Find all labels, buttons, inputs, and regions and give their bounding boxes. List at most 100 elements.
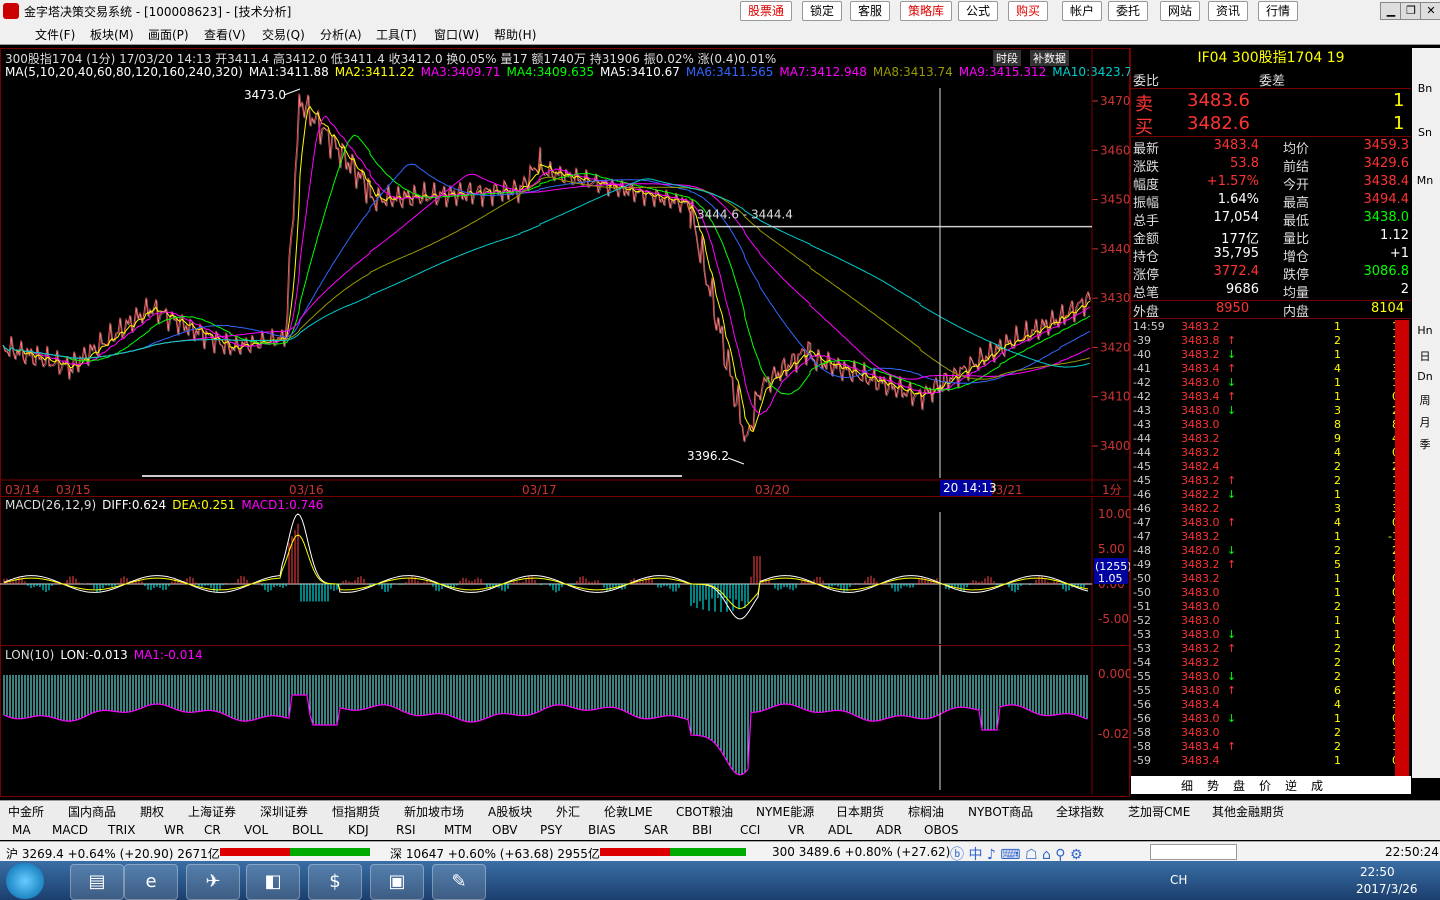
period-label: 1分 [1102,483,1122,497]
indicator-tab-7[interactable]: KDJ [348,823,369,837]
market-tab-8[interactable]: 外汇 [556,803,580,820]
title-btn-0[interactable]: 股票通 [740,1,793,21]
indicator-tab-10[interactable]: OBV [492,823,518,837]
right-tool-0[interactable]: Bn [1415,82,1435,98]
indicator-tab-6[interactable]: BOLL [292,823,323,837]
market-tab-7[interactable]: A股板块 [488,803,532,820]
quote-tab-2[interactable]: 盘 [1233,777,1245,794]
indicator-tab-3[interactable]: WR [164,823,184,837]
title-btn-7[interactable]: 委托 [1108,1,1149,21]
indicator-tab-13[interactable]: SAR [644,823,668,837]
title-btn-6[interactable]: 帐户 [1062,1,1103,21]
menu-item-2[interactable]: 画面(P) [148,26,189,43]
tick-row: -403483.2↓11 [1133,348,1399,361]
menu-item-8[interactable]: 帮助(H) [494,26,536,43]
market-tab-4[interactable]: 深圳证券 [260,803,308,820]
market-tab-1[interactable]: 国内商品 [68,803,116,820]
pyramid-app-icon[interactable]: ▣ [370,864,424,900]
tick-row: -483482.0↓22 [1133,544,1399,557]
market-tab-10[interactable]: CBOT粮油 [676,803,733,820]
market-tab-14[interactable]: NYBOT商品 [968,803,1033,820]
menu-item-0[interactable]: 文件(F) [35,26,75,43]
market-tab-11[interactable]: NYME能源 [756,803,814,820]
indicator-tab-9[interactable]: MTM [444,823,472,837]
indicator-tab-4[interactable]: CR [204,823,221,837]
close-button[interactable]: ✕ [1420,2,1440,20]
market-tab-6[interactable]: 新加坡市场 [404,803,464,820]
indicator-tab-11[interactable]: PSY [540,823,562,837]
market-tab-17[interactable]: 其他金融期货 [1212,803,1284,820]
tick-scrollbar[interactable] [1395,320,1409,776]
indicator-tab-0[interactable]: MA [12,823,31,837]
app-bird-icon[interactable]: ✈ [186,864,240,900]
right-tool-8[interactable]: 季 [1415,436,1435,452]
app-cube-icon[interactable]: ◧ [246,864,300,900]
macd-diff-line [3,513,1089,620]
quote-tab-5[interactable]: 成 [1311,777,1323,794]
market-tab-9[interactable]: 伦敦LME [604,803,653,820]
indicator-tab-12[interactable]: BIAS [588,823,616,837]
start-button[interactable] [6,863,44,899]
price-chart[interactable]: 3470 3460 3450 3440 3430 3420 3410 3400 3473.0 33… [0,48,1130,498]
tick-row: -553483.0↓21 [1133,670,1399,683]
minimize-button[interactable]: ▁ [1380,2,1402,20]
lon-chart[interactable]: 0.000 -0.020 [0,645,1130,795]
sz-bar-up [600,848,670,856]
y-tick-label: 3460 [1100,143,1130,157]
market-tab-0[interactable]: 中金所 [8,803,44,820]
paint-icon[interactable]: ✎ [432,864,486,900]
quote-tab-0[interactable]: 细 [1181,777,1193,794]
right-tool-2[interactable]: Mn [1415,174,1435,190]
menu-item-1[interactable]: 板块(M) [90,26,134,43]
market-tab-13[interactable]: 棕榈油 [908,803,944,820]
title-btn-2[interactable]: 客服 [850,1,891,21]
menu-item-6[interactable]: 工具(T) [376,26,417,43]
title-btn-8[interactable]: 网站 [1160,1,1201,21]
right-tool-3[interactable]: Hn [1415,324,1435,340]
right-tool-5[interactable]: Dn [1415,370,1435,386]
menu-item-7[interactable]: 窗口(W) [434,26,479,43]
cursor-time: 20 14:13 [943,481,997,495]
indicator-tab-18[interactable]: ADR [876,823,902,837]
quick-search-input[interactable] [1150,844,1237,860]
market-tab-2[interactable]: 期权 [140,803,164,820]
app-money-icon[interactable]: $ [308,864,362,900]
market-tab-5[interactable]: 恒指期货 [332,803,380,820]
market-tab-12[interactable]: 日本期货 [836,803,884,820]
input-lang[interactable]: CH [1170,873,1187,887]
title-btn-1[interactable]: 锁定 [802,1,843,21]
title-btn-4[interactable]: 公式 [958,1,999,21]
indicator-tab-19[interactable]: OBOS [924,823,959,837]
tick-row: -413483.4↑43 [1133,362,1399,375]
market-tab-16[interactable]: 芝加哥CME [1128,803,1190,820]
indicator-tab-15[interactable]: CCI [740,823,760,837]
menu-item-5[interactable]: 分析(A) [320,26,362,43]
quote-tab-1[interactable]: 势 [1207,777,1219,794]
indicator-tab-17[interactable]: ADL [828,823,852,837]
macd-chart[interactable]: 10.005.000.00-5.00(1255)1.05 [0,496,1130,646]
right-tool-4[interactable]: 日 [1415,348,1435,364]
indicator-tab-5[interactable]: VOL [244,823,268,837]
ie-icon[interactable]: e [124,864,178,900]
market-tab-15[interactable]: 全球指数 [1056,803,1104,820]
indicator-tab-1[interactable]: MACD [52,823,88,837]
menu-item-4[interactable]: 交易(Q) [262,26,305,43]
indicator-tab-2[interactable]: TRIX [108,823,135,837]
title-btn-5[interactable]: 购买 [1008,1,1049,21]
explorer-icon[interactable]: ▤ [70,864,124,900]
menu-item-3[interactable]: 查看(V) [204,26,246,43]
low-label: 3396.2 [687,449,729,463]
title-btn-9[interactable]: 资讯 [1208,1,1249,21]
market-tab-3[interactable]: 上海证券 [188,803,236,820]
right-tool-7[interactable]: 月 [1415,414,1435,430]
indicator-tab-16[interactable]: VR [788,823,805,837]
title-btn-10[interactable]: 行情 [1258,1,1299,21]
right-tool-6[interactable]: 周 [1415,392,1435,408]
right-tool-1[interactable]: Sn [1415,126,1435,142]
indicator-tab-8[interactable]: RSI [396,823,416,837]
indicator-tab-14[interactable]: BBI [692,823,712,837]
title-btn-3[interactable]: 策略库 [900,1,953,21]
restore-button[interactable]: ❐ [1400,2,1422,20]
quote-tab-4[interactable]: 逆 [1285,777,1297,794]
quote-tab-3[interactable]: 价 [1259,777,1271,794]
